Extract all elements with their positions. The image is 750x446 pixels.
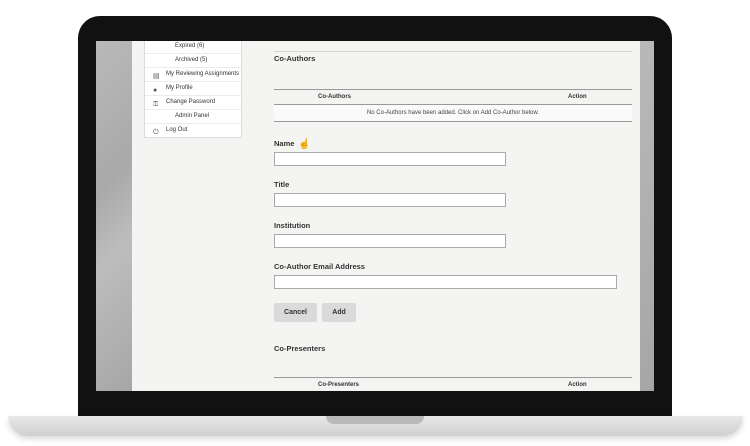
power-icon: ⏻ bbox=[153, 129, 159, 136]
sidebar-item-my-profile[interactable]: ● My Profile bbox=[145, 81, 241, 96]
email-label: Co-Author Email Address bbox=[274, 262, 365, 271]
sidebar-item-log-out[interactable]: ⏻ Log Out bbox=[145, 123, 241, 137]
sidebar-item-archived[interactable]: Archived (5) bbox=[145, 53, 241, 68]
title-input[interactable] bbox=[274, 193, 506, 207]
background-gutter-left bbox=[96, 41, 132, 391]
coauthors-section-title: Co-Authors bbox=[274, 54, 316, 63]
coauthors-table-header: Co-Authors Action bbox=[274, 89, 632, 105]
section-divider bbox=[274, 51, 632, 52]
column-header-action: Action bbox=[568, 94, 587, 100]
name-label: Name bbox=[274, 139, 295, 148]
title-label: Title bbox=[274, 180, 290, 189]
institution-input[interactable] bbox=[274, 234, 506, 248]
background-gutter-right bbox=[640, 41, 654, 391]
cancel-button[interactable]: Cancel bbox=[274, 303, 317, 322]
email-input[interactable] bbox=[274, 275, 617, 289]
sidebar-item-admin-panel[interactable]: Admin Panel bbox=[145, 109, 241, 124]
name-input[interactable] bbox=[274, 152, 506, 166]
browser-viewport: Expired (6) Archived (5) ▤ My Reviewing … bbox=[96, 41, 654, 391]
column-header-action: Action bbox=[568, 382, 587, 388]
copresenters-section-title: Co-Presenters bbox=[274, 344, 326, 353]
laptop-notch bbox=[326, 416, 424, 424]
copresenters-table-header: Co-Presenters Action bbox=[274, 377, 632, 391]
hand-pointer-cursor-icon: ☝ bbox=[298, 139, 311, 150]
add-button[interactable]: Add bbox=[322, 303, 356, 322]
sidebar-menu: Expired (6) Archived (5) ▤ My Reviewing … bbox=[144, 41, 242, 138]
column-header-copresenters: Co-Presenters bbox=[318, 382, 360, 388]
column-header-coauthors: Co-Authors bbox=[318, 94, 351, 100]
institution-label: Institution bbox=[274, 221, 311, 230]
empty-table-message: No Co-Authors have been added. Click on … bbox=[274, 105, 632, 122]
sidebar-item-reviewing-assignments[interactable]: ▤ My Reviewing Assignments bbox=[145, 67, 241, 82]
sidebar-item-change-password[interactable]: ⚿ Change Password bbox=[145, 95, 241, 110]
